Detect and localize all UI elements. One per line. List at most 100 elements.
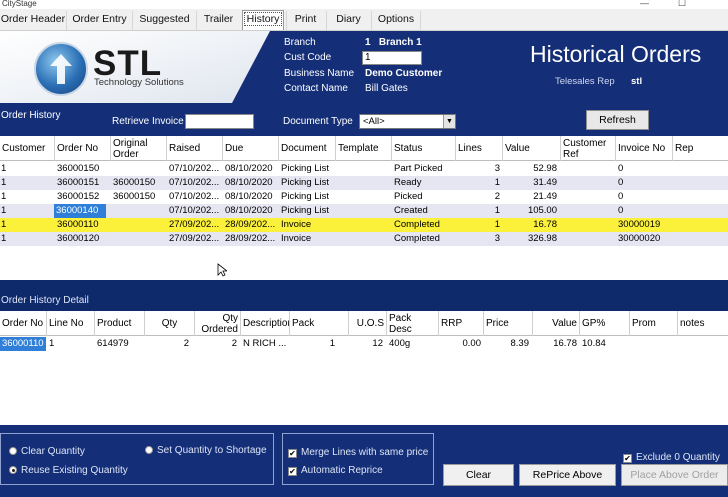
table-row[interactable]: 1 36000120 27/09/202... 28/09/202... Invoice… <box>0 232 728 246</box>
table-cell: Picking List <box>281 205 330 216</box>
chevron-down-icon[interactable]: ▼ <box>443 115 455 128</box>
column-header[interactable]: notes <box>678 311 728 336</box>
table-cell: 07/10/202... <box>169 191 220 202</box>
reprice-above-button[interactable]: RePrice Above <box>519 464 616 486</box>
maximize-icon[interactable]: ☐ <box>678 0 686 9</box>
column-header[interactable]: Document <box>279 136 336 161</box>
table-cell <box>338 162 390 176</box>
column-header[interactable]: Due <box>223 136 279 161</box>
clear-quantity-radio[interactable]: Clear Quantity <box>9 446 85 457</box>
table-cell <box>563 176 615 190</box>
tab-diary[interactable]: Diary <box>326 11 370 30</box>
column-header[interactable]: Qty Ordered <box>195 311 241 336</box>
merge-lines-checkbox[interactable]: ✔ Merge Lines with same price <box>288 447 428 458</box>
column-header[interactable]: Raised <box>167 136 223 161</box>
radio-icon <box>145 446 153 454</box>
table-row[interactable]: 1 36000152 36000150 07/10/202... 08/10/2020 P… <box>0 190 728 204</box>
place-above-order-button[interactable]: Place Above Order <box>621 464 728 486</box>
tab-label: History <box>243 12 283 26</box>
minimize-icon[interactable]: — <box>640 0 649 8</box>
table-cell: 31.49 <box>533 177 557 188</box>
table-cell: 400g <box>389 338 411 349</box>
table-row[interactable]: 1 36000151 36000150 07/10/202... 08/10/2020 P… <box>0 176 728 190</box>
column-header[interactable]: Pack <box>290 311 349 336</box>
table-cell: 3 <box>494 163 500 174</box>
order-history-detail-label: Order History Detail <box>1 295 89 306</box>
tab-order-header[interactable]: Order Header <box>0 11 66 30</box>
table-cell: Completed <box>394 219 440 230</box>
column-header[interactable]: Order No <box>55 136 111 161</box>
column-header[interactable]: Product <box>95 311 145 336</box>
column-header[interactable]: Qty <box>145 311 195 336</box>
table-row[interactable]: 36000110 1 614979 2 2 N RICH ... 1 12 400g 0.00 8.… <box>0 337 728 351</box>
column-header[interactable]: Price <box>484 311 533 336</box>
checkbox-label: Merge Lines with same price <box>301 447 429 458</box>
column-header[interactable]: GP% <box>580 311 630 336</box>
logo-arrow-icon <box>34 42 88 96</box>
table-cell <box>338 232 390 246</box>
set-quantity-to-shortage-radio[interactable]: Set Quantity to Shortage <box>145 445 267 456</box>
column-header[interactable]: Value <box>503 136 561 161</box>
automatic-reprice-checkbox[interactable]: ✔ Automatic Reprice <box>288 465 383 476</box>
table-cell: 08/10/2020 <box>225 163 273 174</box>
column-header[interactable]: Line No <box>47 311 95 336</box>
quantity-options-group: Clear Quantity Set Quantity to Shortage … <box>0 433 274 485</box>
tab-history[interactable]: History <box>242 10 284 30</box>
table-cell <box>338 176 390 190</box>
tab-print[interactable]: Print <box>286 11 324 30</box>
order-detail-grid: Order No Line No Product Qty Qty Ordered… <box>0 311 728 425</box>
tab-label: Order Header <box>0 13 66 25</box>
tab-label: Options <box>377 13 415 25</box>
radio-icon <box>9 447 17 455</box>
table-cell <box>113 204 165 218</box>
column-header[interactable]: Invoice No <box>616 136 673 161</box>
contact-name-label: Contact Name <box>284 83 348 94</box>
cust-code-input[interactable]: 1 <box>362 51 422 65</box>
telesales-rep-value: stl <box>631 76 643 87</box>
table-row[interactable]: 1 36000150 07/10/202... 08/10/2020 Picking L… <box>0 162 728 176</box>
column-header[interactable]: RRP <box>439 311 484 336</box>
column-header[interactable]: Template <box>336 136 392 161</box>
page-title: Historical Orders <box>530 41 702 67</box>
refresh-button[interactable]: Refresh <box>586 110 649 130</box>
table-cell: Picked <box>394 191 423 202</box>
checkbox-label: Automatic Reprice <box>301 465 383 476</box>
column-header[interactable]: Original Order <box>111 136 167 161</box>
tab-suggested[interactable]: Suggested <box>132 11 196 30</box>
table-cell: 1 <box>494 205 500 216</box>
table-cell: Picking List <box>281 163 330 174</box>
column-header[interactable]: Pack Desc <box>387 311 439 336</box>
logo-tagline: Technology Solutions <box>94 77 184 88</box>
column-header[interactable]: Customer Ref <box>561 136 616 161</box>
column-header[interactable]: Customer <box>0 136 55 161</box>
table-cell: 16.78 <box>533 219 557 230</box>
table-cell: 0 <box>618 191 624 202</box>
table-cell: Invoice <box>281 219 312 230</box>
table-row[interactable]: 1 36000140 07/10/202... 08/10/2020 Picking L… <box>0 204 728 218</box>
column-header[interactable]: Status <box>392 136 456 161</box>
tab-order-entry[interactable]: Order Entry <box>66 11 132 30</box>
window-title: CityStage <box>2 0 37 8</box>
tab-trailer[interactable]: Trailer <box>196 11 240 30</box>
reuse-existing-quantity-radio[interactable]: Reuse Existing Quantity <box>9 465 128 476</box>
order-history-header: Customer Order No Original Order Raised … <box>0 136 728 161</box>
tab-options[interactable]: Options <box>371 11 421 30</box>
retrieve-invoice-input[interactable] <box>185 114 254 129</box>
table-cell: 3 <box>494 233 500 244</box>
column-header[interactable]: Rep <box>673 136 728 161</box>
table-cell: 08/10/2020 <box>225 177 273 188</box>
table-cell: 0 <box>618 205 624 216</box>
document-type-select[interactable]: <All> ▼ <box>359 114 456 129</box>
column-header[interactable]: Value <box>533 311 580 336</box>
column-header[interactable]: Lines <box>456 136 503 161</box>
clear-button[interactable]: Clear <box>443 464 514 486</box>
table-cell: Created <box>394 205 428 216</box>
branch-value: 1 Branch 1 <box>365 37 422 48</box>
exclude-zero-quantity-checkbox[interactable]: ✔ Exclude 0 Quantity <box>623 452 720 463</box>
table-row[interactable]: 1 36000110 27/09/202... 28/09/202... Invoice… <box>0 218 728 232</box>
column-header[interactable]: U.O.S <box>349 311 387 336</box>
column-header[interactable]: Description <box>241 311 290 336</box>
column-header[interactable]: Prom <box>630 311 678 336</box>
column-header[interactable]: Order No <box>0 311 47 336</box>
radio-selected-icon <box>9 466 17 474</box>
